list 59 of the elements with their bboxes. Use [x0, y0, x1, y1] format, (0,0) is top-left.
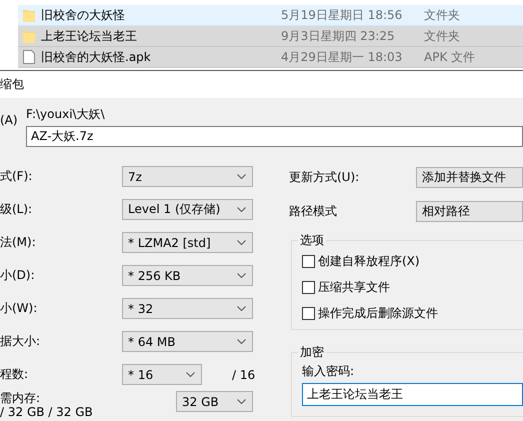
chevron-down-icon: [237, 207, 246, 212]
file-name: 上老王论坛当老王: [41, 28, 137, 44]
setting-label: 小(D):: [0, 267, 36, 284]
archive-name-field[interactable]: AZ-大妖.7z: [26, 126, 523, 147]
chevron-down-icon: [237, 399, 246, 404]
thread-count-total: / 16: [232, 368, 256, 382]
option-checkbox[interactable]: 创建自释放程序(X): [302, 251, 523, 271]
file-date: 9月3日星期四 23:25: [281, 28, 396, 44]
setting-dropdown[interactable]: * LZMA2 [std]: [122, 232, 253, 253]
setting-label: 据大小:: [0, 333, 42, 350]
file-row[interactable]: 上老王论坛当老王 9月3日星期四 23:25 文件夹: [18, 26, 523, 47]
update-mode-dropdown[interactable]: 添加并替换文件: [416, 166, 523, 188]
folder-icon: [23, 29, 35, 43]
setting-dropdown[interactable]: * 16: [122, 364, 202, 385]
path-mode-label: 路径模式: [289, 202, 338, 220]
file-date: 5月19日星期日 18:56: [281, 6, 404, 24]
file-name: 旧校舍的大妖怪.apk: [41, 48, 151, 66]
memory-dropdown[interactable]: 32 GB: [176, 391, 253, 412]
file-type: 文件夹: [424, 6, 461, 24]
setting-label: 程数:: [0, 366, 30, 383]
file-type: APK 文件: [424, 48, 476, 66]
option-checkbox[interactable]: 操作完成后删除源文件: [302, 303, 523, 323]
memory-usage: / 32 GB / 32 GB: [0, 405, 94, 419]
file-row[interactable]: 旧校舍的大妖怪.apk 4月29日星期一 18:03 APK 文件: [18, 47, 523, 68]
setting-label: 法(M):: [0, 234, 37, 251]
checkbox-icon[interactable]: [302, 254, 315, 268]
password-label: 输入密码:: [302, 363, 356, 380]
setting-dropdown[interactable]: * 64 MB: [122, 331, 253, 352]
folder-icon: [23, 8, 35, 22]
checkbox-icon[interactable]: [302, 306, 315, 320]
chevron-down-icon: [237, 240, 246, 245]
setting-label: 式(F):: [0, 168, 34, 185]
file-date: 4月29日星期一 18:03: [281, 48, 404, 66]
path-mode-dropdown[interactable]: 相对路径: [416, 200, 523, 222]
chevron-down-icon: [237, 273, 246, 278]
file-name: 旧校舍の大妖怪: [41, 6, 125, 24]
window-title: 缩包: [0, 76, 24, 93]
checkbox-icon[interactable]: [302, 280, 315, 294]
setting-label: 小(W):: [0, 300, 38, 317]
setting-dropdown[interactable]: * 32: [122, 298, 253, 319]
file-row[interactable]: 旧校舍の大妖怪 5月19日星期日 18:56 文件夹: [18, 5, 523, 26]
archive-label: (A): [0, 112, 19, 129]
setting-dropdown[interactable]: Level 1 (仅存储): [122, 199, 253, 220]
archive-path: F:\youxi\大妖\: [26, 106, 106, 123]
file-type: 文件夹: [424, 28, 461, 44]
group-title: 加密: [299, 344, 325, 361]
option-checkbox[interactable]: 压缩共享文件: [302, 277, 523, 297]
update-mode-label: 更新方式(U):: [289, 168, 360, 186]
group-title: 选项: [299, 232, 325, 249]
setting-dropdown[interactable]: 7z: [122, 166, 253, 187]
chevron-down-icon: [186, 372, 195, 377]
file-icon: [23, 50, 35, 64]
setting-dropdown[interactable]: * 256 KB: [122, 265, 253, 286]
password-field[interactable]: 上老王论坛当老王: [302, 383, 523, 406]
setting-label: 级(L):: [0, 201, 34, 218]
chevron-down-icon: [237, 306, 246, 311]
chevron-down-icon: [237, 174, 246, 179]
memory-label: 需内存:: [0, 391, 42, 405]
chevron-down-icon: [237, 339, 246, 344]
